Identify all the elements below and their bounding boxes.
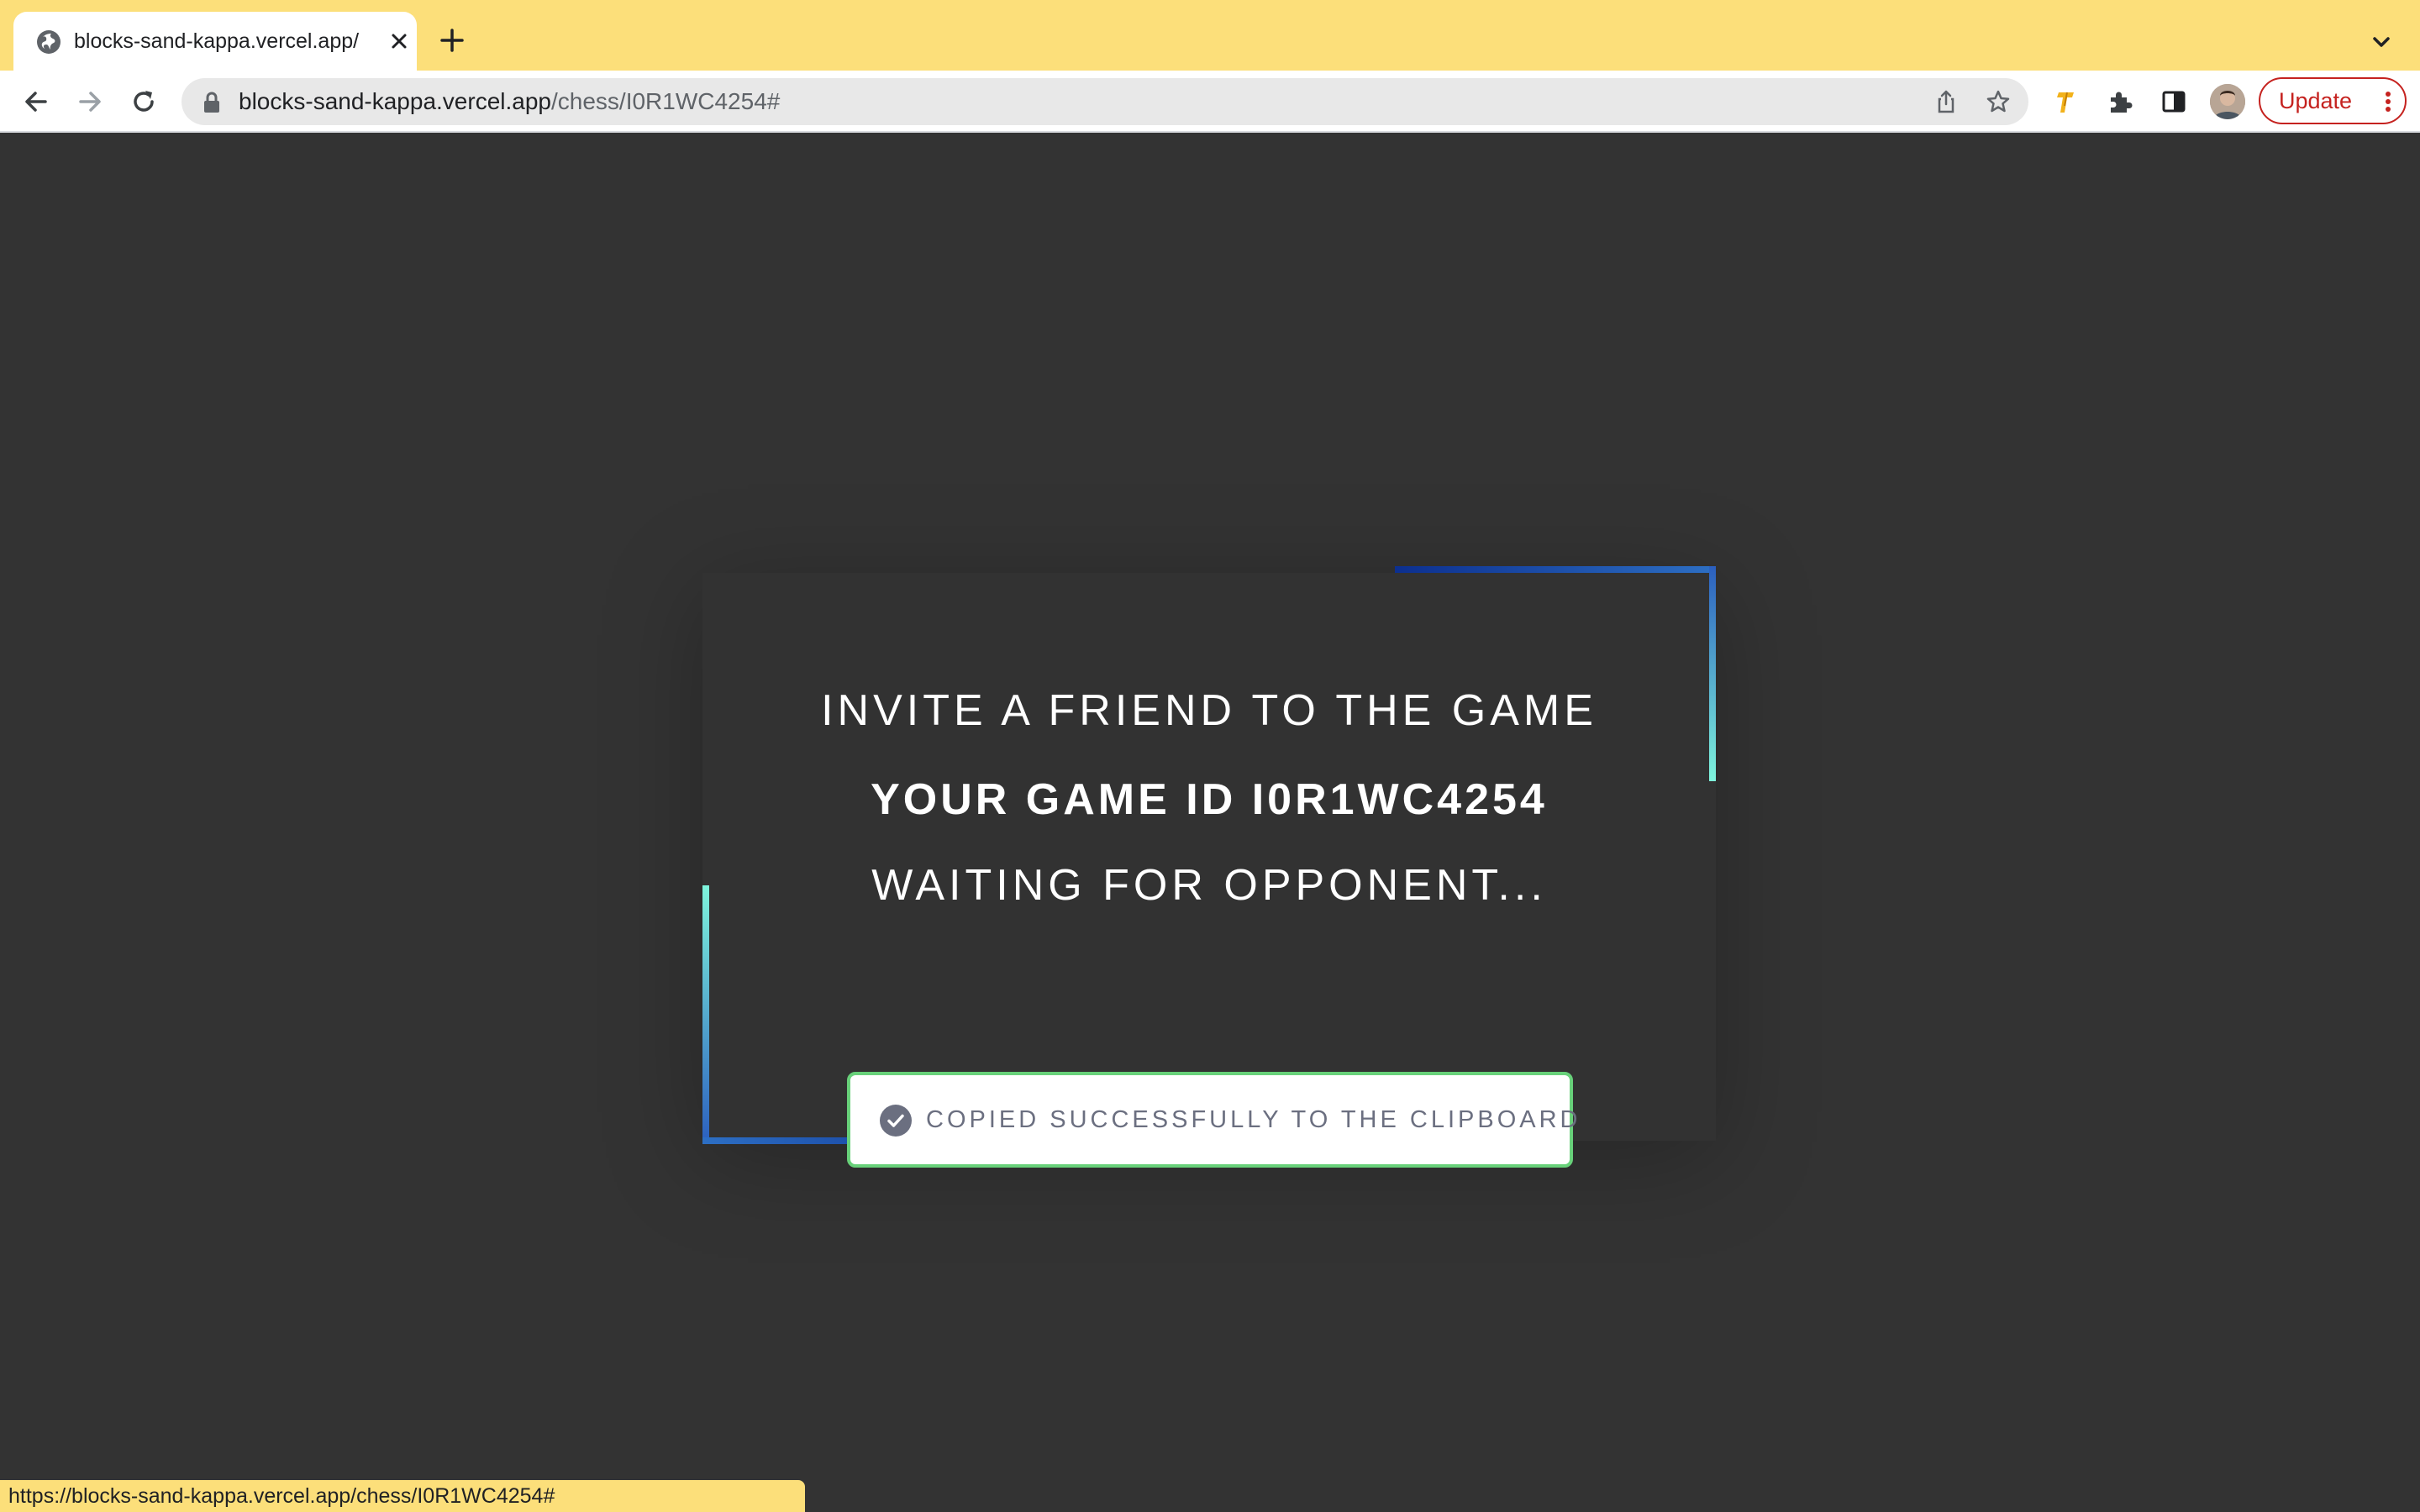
accent-top <box>1395 566 1716 573</box>
accent-right <box>1709 566 1716 781</box>
share-icon[interactable] <box>1933 88 1960 115</box>
copied-toast: COPIED SUCCESSFULLY TO THE CLIPBOARD <box>847 1072 1578 1168</box>
globe-icon <box>37 30 60 54</box>
invite-card: INVITE A FRIEND TO THE GAME YOUR GAME ID… <box>702 566 1716 1168</box>
url-text[interactable]: blocks-sand-kappa.vercel.app/chess/I0R1W… <box>239 78 780 125</box>
check-circle-icon <box>880 1105 912 1137</box>
browser-toolbar: blocks-sand-kappa.vercel.app/chess/I0R1W… <box>0 71 2420 133</box>
toast-message: COPIED SUCCESSFULLY TO THE CLIPBOARD <box>926 1106 1581 1133</box>
game-id-label[interactable]: YOUR GAME ID I0R1WC4254 <box>702 774 1716 825</box>
update-label: Update <box>2279 88 2353 113</box>
waiting-status: WAITING FOR OPPONENT... <box>871 861 1547 910</box>
bookmark-star-icon[interactable] <box>1985 88 2012 115</box>
new-tab-plus-icon[interactable] <box>437 25 467 55</box>
status-url: https://blocks-sand-kappa.vercel.app/che… <box>8 1484 555 1508</box>
url-path: /chess/I0R1WC4254# <box>550 88 781 114</box>
address-bar[interactable]: blocks-sand-kappa.vercel.app/chess/I0R1W… <box>182 78 2028 125</box>
chevron-down-icon[interactable] <box>2368 29 2395 55</box>
browser-tab[interactable]: blocks-sand-kappa.vercel.app/ <box>13 12 417 71</box>
card-accent-borders <box>702 566 1716 1144</box>
update-button[interactable]: Update <box>2259 77 2407 124</box>
back-arrow-icon[interactable] <box>20 86 52 118</box>
reload-icon[interactable] <box>128 86 160 118</box>
accent-left <box>702 885 709 1144</box>
tab-strip: blocks-sand-kappa.vercel.app/ <box>0 0 2420 71</box>
kebab-menu-icon[interactable] <box>2378 89 2398 114</box>
url-host: blocks-sand-kappa.vercel.app <box>239 88 551 114</box>
invite-heading: INVITE A FRIEND TO THE GAME <box>821 686 1597 735</box>
side-panel-icon[interactable] <box>2158 86 2190 118</box>
puzzle-extensions-icon[interactable] <box>2104 86 2136 118</box>
forward-arrow-icon[interactable] <box>74 86 106 118</box>
lock-icon[interactable] <box>202 92 222 113</box>
tab-title: blocks-sand-kappa.vercel.app/ <box>74 29 360 53</box>
avatar-image <box>2210 84 2245 119</box>
extension-key-icon[interactable] <box>2050 86 2082 118</box>
profile-avatar[interactable] <box>2210 84 2245 119</box>
close-icon[interactable] <box>387 29 412 54</box>
link-status-bubble: https://blocks-sand-kappa.vercel.app/che… <box>0 1480 805 1512</box>
page-content: INVITE A FRIEND TO THE GAME YOUR GAME ID… <box>0 133 2420 1512</box>
